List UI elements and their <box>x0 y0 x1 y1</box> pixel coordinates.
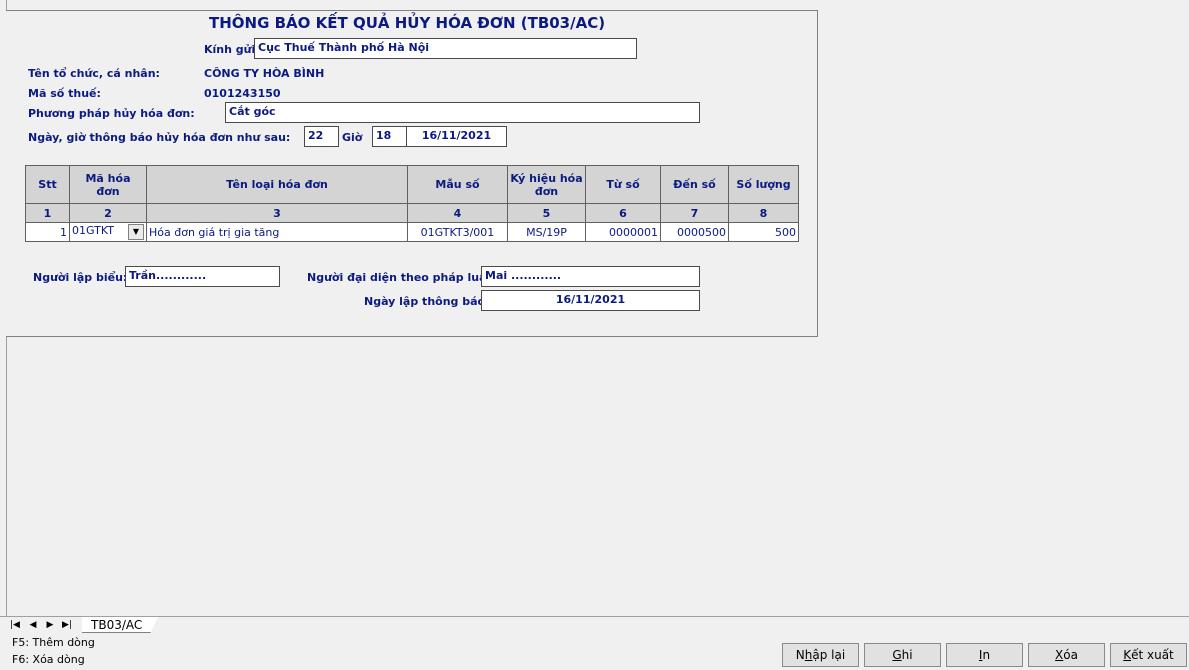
sheet-tab-bar: |◀ ◀ ▶ ▶| TB03/AC <box>0 616 1189 634</box>
tax-label: Mã số thuế: <box>28 87 101 100</box>
cell-ma-hoa-don-value: 01GTKT <box>72 224 114 237</box>
reset-label-pre: N <box>795 648 805 662</box>
table-number-row: 1 2 3 4 5 6 7 8 <box>25 203 799 223</box>
invoice-table: Stt Mã hóa đơn Tên loại hóa đơn Mẫu số K… <box>25 165 799 242</box>
col-number: 6 <box>585 203 661 223</box>
col-header-ten-loai: Tên loại hóa đơn <box>146 165 408 204</box>
save-label-key: G <box>892 648 902 662</box>
preparer-label: Người lập biểu: <box>33 271 128 284</box>
cell-ten-loai[interactable]: Hóa đơn giá trị gia tăng <box>146 222 408 242</box>
report-date-label: Ngày lập thông báo: <box>364 295 490 308</box>
col-number: 4 <box>407 203 508 223</box>
table-header-row: Stt Mã hóa đơn Tên loại hóa đơn Mẫu số K… <box>25 165 799 204</box>
delete-label-post: óa <box>1063 648 1078 662</box>
method-field[interactable]: Cắt góc <box>225 102 700 123</box>
cell-den-so[interactable]: 0000500 <box>660 222 729 242</box>
col-number: 1 <box>25 203 70 223</box>
next-page-icon[interactable]: ▶ <box>43 618 57 632</box>
export-label-key: K <box>1123 648 1132 662</box>
print-label-post: n <box>982 648 991 662</box>
first-page-icon[interactable]: |◀ <box>8 618 22 632</box>
last-page-icon[interactable]: ▶| <box>60 618 74 632</box>
org-value: CÔNG TY HÒA BÌNH <box>204 67 325 80</box>
rep-label: Người đại diện theo pháp luật: <box>307 271 497 284</box>
col-number: 7 <box>660 203 729 223</box>
minute-field[interactable]: 18 <box>372 126 407 147</box>
notice-date-field[interactable]: 16/11/2021 <box>406 126 507 147</box>
save-label-post: hi <box>901 648 913 662</box>
datetime-label: Ngày, giờ thông báo hủy hóa đơn như sau: <box>28 131 291 144</box>
cell-ma-hoa-don[interactable]: 01GTKT ▼ <box>69 222 147 242</box>
hour-field[interactable]: 22 <box>304 126 339 147</box>
col-header-stt: Stt <box>25 165 70 204</box>
print-button[interactable]: In <box>946 643 1023 667</box>
chevron-down-icon[interactable]: ▼ <box>128 224 144 240</box>
export-label-post: ết xuất <box>1131 648 1174 662</box>
save-button[interactable]: Ghi <box>864 643 941 667</box>
tax-value: 0101243150 <box>204 87 281 100</box>
col-header-mau-so: Mẫu số <box>407 165 508 204</box>
col-header-ky-hieu: Ký hiệu hóa đơn <box>507 165 586 204</box>
kinh-gui-field[interactable]: Cục Thuế Thành phố Hà Nội <box>254 38 637 59</box>
prev-page-icon[interactable]: ◀ <box>26 618 40 632</box>
col-header-so-luong: Số lượng <box>728 165 799 204</box>
cell-stt[interactable]: 1 <box>25 222 70 242</box>
kinh-gui-label: Kính gửi: <box>204 43 260 56</box>
hint-add-row: F5: Thêm dòng <box>12 636 95 649</box>
reset-button[interactable]: Nhập lại <box>782 643 859 667</box>
cell-so-luong[interactable]: 500 <box>728 222 799 242</box>
page-title: THÔNG BÁO KẾT QUẢ HỦY HÓA ĐƠN (TB03/AC) <box>209 14 606 32</box>
delete-button[interactable]: Xóa <box>1028 643 1105 667</box>
col-number: 2 <box>69 203 147 223</box>
rep-field[interactable]: Mai ............ <box>481 266 700 287</box>
col-number: 3 <box>146 203 408 223</box>
hint-delete-row: F6: Xóa dòng <box>12 653 85 666</box>
tab-tb03-ac[interactable]: TB03/AC <box>82 617 158 633</box>
cell-ky-hieu[interactable]: MS/19P <box>507 222 586 242</box>
col-number: 8 <box>728 203 799 223</box>
col-header-den-so: Đến số <box>660 165 729 204</box>
col-header-ma-hoa-don: Mã hóa đơn <box>69 165 147 204</box>
table-row: 1 01GTKT ▼ Hóa đơn giá trị gia tăng 01GTK… <box>25 222 799 242</box>
preparer-field[interactable]: Trần............ <box>125 266 280 287</box>
cell-tu-so[interactable]: 0000001 <box>585 222 661 242</box>
reset-label-post: ập lại <box>812 648 846 662</box>
org-label: Tên tổ chức, cá nhân: <box>28 67 160 80</box>
gio-label: Giờ <box>342 131 363 144</box>
report-date-field[interactable]: 16/11/2021 <box>481 290 700 311</box>
method-label: Phương pháp hủy hóa đơn: <box>28 107 195 120</box>
col-header-tu-so: Từ số <box>585 165 661 204</box>
cell-mau-so[interactable]: 01GTKT3/001 <box>407 222 508 242</box>
col-number: 5 <box>507 203 586 223</box>
export-button[interactable]: Kết xuất <box>1110 643 1187 667</box>
